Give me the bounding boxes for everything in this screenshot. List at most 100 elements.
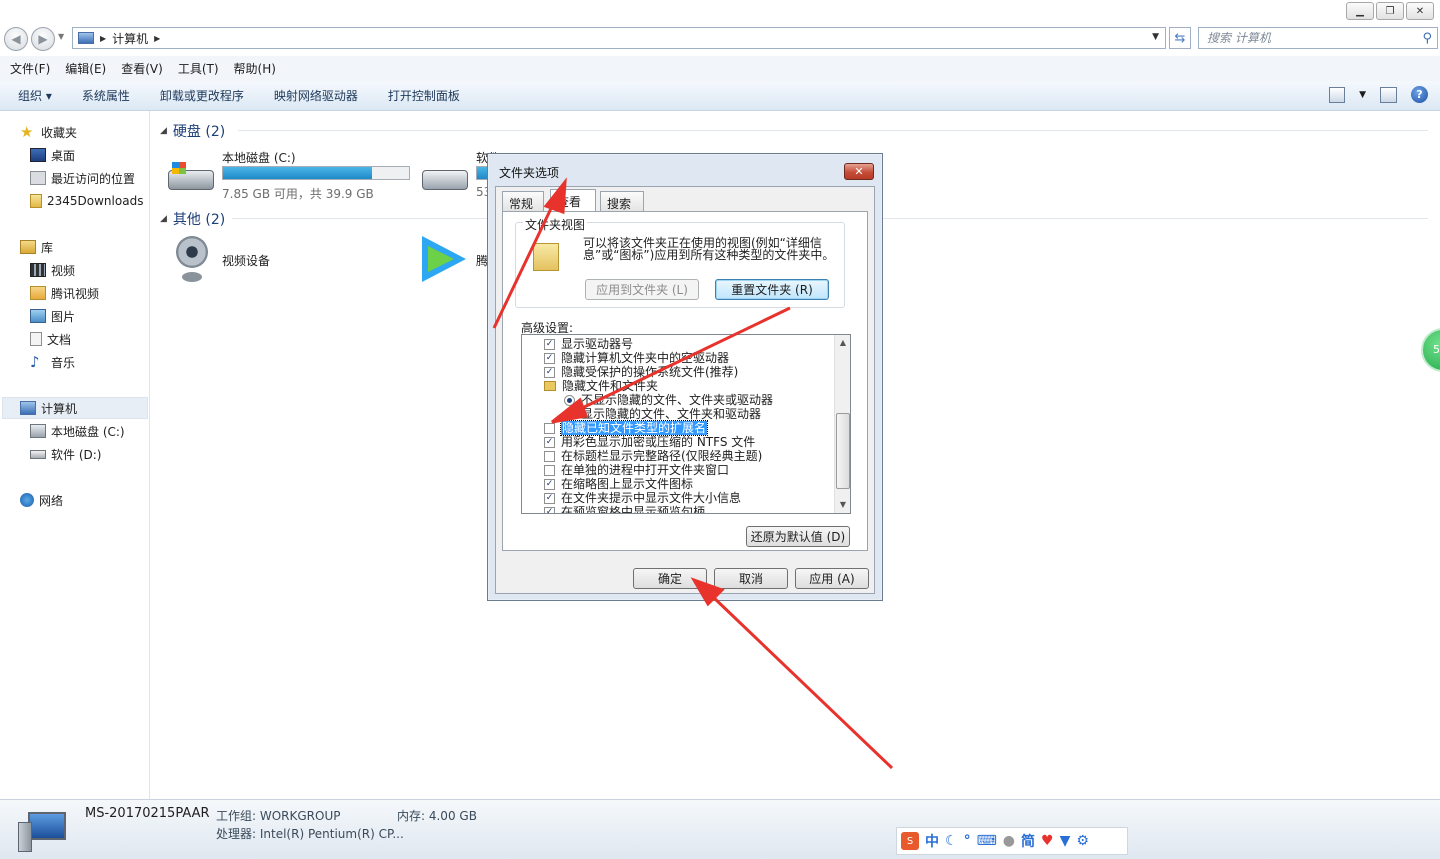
restore-button[interactable]: ❐: [1376, 2, 1404, 20]
advanced-setting-row[interactable]: 在单独的进程中打开文件夹窗口: [544, 463, 729, 477]
menu-edit[interactable]: 编辑(E): [65, 60, 113, 77]
advanced-setting-row[interactable]: 显示隐藏的文件、文件夹和驱动器: [564, 407, 761, 421]
nav-pictures[interactable]: 图片: [30, 306, 75, 326]
nav-drive-d[interactable]: 软件 (D:): [30, 444, 101, 464]
advanced-list-scrollbar[interactable]: ▲ ▼: [834, 335, 850, 513]
advanced-setting-row[interactable]: ✓ 隐藏受保护的操作系统文件(推荐): [544, 365, 738, 379]
advanced-setting-row[interactable]: ✓ 在缩略图上显示文件图标: [544, 477, 693, 491]
menu-help[interactable]: 帮助(H): [234, 60, 283, 77]
breadcrumb-separator-icon[interactable]: ▶: [100, 34, 106, 43]
ok-button[interactable]: 确定: [633, 568, 707, 589]
floating-badge[interactable]: 52: [1421, 328, 1440, 372]
help-icon[interactable]: ?: [1411, 86, 1428, 103]
view-options-dropdown-icon[interactable]: ▼: [1359, 90, 1366, 100]
nav-drive-c[interactable]: 本地磁盘 (C:): [30, 421, 125, 441]
ime-chinese-mode[interactable]: 中: [925, 831, 939, 851]
close-window-button[interactable]: ✕: [1406, 2, 1434, 20]
menu-view[interactable]: 查看(V): [121, 60, 170, 77]
change-view-icon[interactable]: [1329, 86, 1346, 103]
advanced-setting-row[interactable]: ✓ 显示驱动器号: [544, 337, 633, 351]
checkbox-unchecked-icon[interactable]: [544, 464, 555, 476]
restore-defaults-button[interactable]: 还原为默认值 (D): [746, 526, 850, 547]
map-network-drive-button[interactable]: 映射网络驱动器: [274, 87, 358, 104]
menu-file[interactable]: 文件(F): [10, 60, 57, 77]
address-dropdown-icon[interactable]: ▼: [1152, 32, 1159, 42]
breadcrumb-computer[interactable]: 计算机: [112, 30, 148, 47]
scroll-up-icon[interactable]: ▲: [835, 335, 850, 351]
forward-button[interactable]: ▶: [31, 27, 55, 51]
webcam-icon[interactable]: [174, 236, 210, 284]
advanced-setting-row[interactable]: ✓ 在文件夹提示中显示文件大小信息: [544, 491, 741, 505]
settings-gear-icon[interactable]: ⚙: [1076, 833, 1089, 849]
search-input[interactable]: 搜索 计算机 ⚲: [1198, 27, 1438, 49]
nav-2345downloads[interactable]: 2345Downloads: [30, 191, 143, 211]
punctuation-icon[interactable]: °: [964, 833, 971, 849]
group-header-other[interactable]: ◢ 其他 (2): [160, 209, 225, 229]
checkbox-checked-icon[interactable]: ✓: [544, 492, 555, 504]
radio-unselected-icon[interactable]: [564, 408, 575, 420]
tab-general[interactable]: 常规: [502, 191, 544, 211]
advanced-setting-row[interactable]: 不显示隐藏的文件、文件夹或驱动器: [564, 393, 773, 407]
collapse-triangle-icon[interactable]: ◢: [160, 126, 167, 136]
user-icon[interactable]: ●: [1003, 833, 1015, 849]
nav-computer[interactable]: 计算机: [20, 398, 77, 418]
tab-search[interactable]: 搜索: [600, 191, 644, 211]
nav-library[interactable]: 库: [20, 237, 53, 257]
breadcrumb-separator-icon[interactable]: ▶: [154, 34, 160, 43]
cancel-button[interactable]: 取消: [714, 568, 788, 589]
checkbox-unchecked-icon[interactable]: [544, 450, 555, 462]
dialog-close-button[interactable]: ✕: [844, 163, 874, 180]
minimize-button[interactable]: ▁: [1346, 2, 1374, 20]
advanced-setting-row[interactable]: 隐藏已知文件类型的扩展名: [544, 420, 709, 436]
nav-tencent-video[interactable]: 腾讯视频: [30, 283, 99, 303]
search-icon[interactable]: ⚲: [1422, 29, 1432, 49]
moon-icon[interactable]: ☾: [945, 833, 958, 849]
checkbox-checked-icon[interactable]: ✓: [544, 366, 555, 378]
tencent-video-icon[interactable]: [422, 236, 470, 282]
collapse-triangle-icon[interactable]: ◢: [160, 214, 167, 224]
nav-network[interactable]: 网络: [20, 490, 63, 510]
nav-desktop[interactable]: 桌面: [30, 145, 75, 165]
radio-selected-icon[interactable]: [564, 394, 575, 406]
scroll-down-icon[interactable]: ▼: [835, 497, 850, 513]
recent-pages-dropdown[interactable]: ▼: [58, 32, 64, 41]
drive-c-icon[interactable]: [168, 160, 216, 194]
organize-button[interactable]: 组织 ▾: [18, 87, 52, 104]
shirt-icon[interactable]: ▼: [1060, 833, 1071, 849]
advanced-setting-row[interactable]: 在标题栏显示完整路径(仅限经典主题): [544, 449, 762, 463]
apply-to-folders-button[interactable]: 应用到文件夹 (L): [585, 279, 699, 300]
ime-simplified-mode[interactable]: 简: [1021, 831, 1035, 851]
nav-documents[interactable]: 文档: [30, 329, 71, 349]
open-control-panel-button[interactable]: 打开控制面板: [388, 87, 460, 104]
scrollbar-thumb[interactable]: [836, 413, 850, 489]
advanced-setting-row[interactable]: 隐藏文件和文件夹: [544, 379, 658, 393]
drive-c-tile[interactable]: 本地磁盘 (C:) 7.85 GB 可用，共 39.9 GB: [222, 149, 422, 201]
checkbox-checked-icon[interactable]: ✓: [544, 436, 555, 448]
checkbox-checked-icon[interactable]: ✓: [544, 478, 555, 490]
keyboard-icon[interactable]: ⌨: [977, 833, 997, 849]
back-button[interactable]: ◀: [4, 27, 28, 51]
checkbox-checked-icon[interactable]: ✓: [544, 352, 555, 364]
tab-view[interactable]: 查看: [550, 189, 596, 213]
camera-device-label[interactable]: 视频设备: [222, 252, 270, 269]
nav-videos[interactable]: 视频: [30, 260, 75, 280]
preview-pane-icon[interactable]: [1380, 86, 1397, 103]
drive-d-icon[interactable]: [422, 168, 470, 192]
reset-folders-button[interactable]: 重置文件夹 (R): [715, 279, 829, 300]
nav-music[interactable]: ♪ 音乐: [30, 352, 75, 372]
sogou-logo-icon[interactable]: S: [901, 832, 919, 850]
nav-recent-places[interactable]: 最近访问的位置: [30, 168, 135, 188]
checkbox-unchecked-icon[interactable]: [544, 422, 555, 434]
refresh-button[interactable]: ⇆: [1169, 27, 1191, 49]
advanced-setting-row[interactable]: ✓ 在预览窗格中显示预览句柄: [544, 505, 705, 513]
menu-tools[interactable]: 工具(T): [178, 60, 226, 77]
checkbox-checked-icon[interactable]: ✓: [544, 338, 555, 350]
group-header-disks[interactable]: ◢ 硬盘 (2): [160, 121, 225, 141]
uninstall-program-button[interactable]: 卸载或更改程序: [160, 87, 244, 104]
advanced-setting-row[interactable]: ✓ 用彩色显示加密或压缩的 NTFS 文件: [544, 435, 755, 449]
nav-favorites[interactable]: ★ 收藏夹: [20, 122, 77, 142]
skin-icon[interactable]: ♥: [1041, 833, 1054, 849]
advanced-settings-list[interactable]: ✓ 显示驱动器号 ✓ 隐藏计算机文件夹中的空驱动器 ✓ 隐藏受保护的操作系统文件(推荐) 隐…: [521, 334, 851, 514]
advanced-setting-row[interactable]: ✓ 隐藏计算机文件夹中的空驱动器: [544, 351, 729, 365]
address-bar[interactable]: ▶ 计算机 ▶ ▼: [72, 27, 1166, 49]
